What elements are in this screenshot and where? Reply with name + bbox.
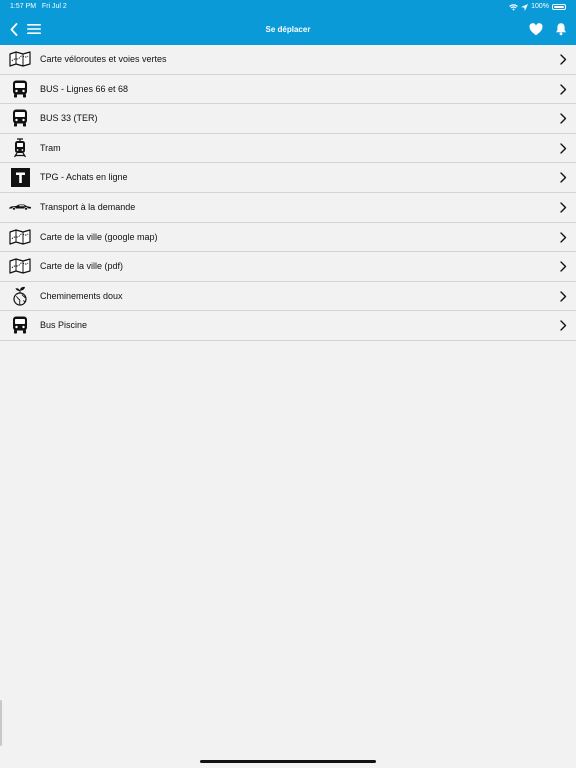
page-title: Se déplacer	[265, 25, 311, 34]
status-time-text: 1:57 PM	[10, 3, 37, 10]
top-bar: 1:57 PM Fri Jul 2 100% Se déplacer	[0, 0, 576, 45]
menu-list: Carte véloroutes et voies vertes BUS - L…	[0, 45, 576, 341]
hamburger-menu-icon	[27, 24, 41, 34]
chevron-right-icon	[560, 261, 567, 272]
chevron-right-icon	[560, 83, 567, 95]
bell-icon	[555, 23, 567, 36]
status-date-text: Fri Jul 2	[41, 3, 67, 10]
chevron-right-icon	[560, 172, 567, 184]
list-item-label: Carte de la ville (google map)	[40, 231, 158, 242]
list-item-label: Transport à la demande	[40, 201, 136, 212]
list-item-label: Carte de la ville (pdf)	[40, 261, 124, 272]
list-item-carte-ville-google[interactable]: Carte de la ville (google map)	[0, 222, 576, 253]
list-item-label: Bus Piscine	[40, 320, 88, 331]
list-item-label: BUS 33 (TER)	[40, 113, 98, 124]
status-indicators: 100%	[509, 0, 566, 14]
list-item-carte-ville-pdf[interactable]: Carte de la ville (pdf)	[0, 252, 576, 282]
bus-icon	[8, 315, 32, 335]
list-item-label: BUS - Lignes 66 et 68	[40, 83, 129, 94]
location-arrow-icon	[521, 3, 529, 11]
favorite-button[interactable]	[525, 18, 547, 40]
chevron-right-icon	[560, 231, 567, 243]
chevron-right-icon	[560, 320, 567, 332]
side-edge-handle	[0, 700, 2, 746]
bus-icon	[8, 79, 32, 99]
list-item-tpg[interactable]: TPG - Achats en ligne	[0, 163, 576, 193]
list-item-cheminements-doux[interactable]: Cheminements doux	[0, 281, 576, 312]
battery-icon	[552, 4, 566, 10]
chevron-right-icon	[560, 113, 567, 124]
list-item-label: Cheminements doux	[40, 290, 123, 301]
list-item-label: TPG - Achats en ligne	[40, 172, 128, 183]
chevron-right-icon	[560, 291, 567, 302]
chevron-left-icon	[10, 22, 18, 36]
list-item-bus-33[interactable]: BUS 33 (TER)	[0, 104, 576, 134]
chevron-right-icon	[560, 143, 567, 154]
bus-icon	[8, 108, 32, 128]
notifications-button[interactable]	[550, 18, 572, 40]
tpg-t-icon	[8, 167, 32, 187]
list-item-transport-demande[interactable]: Transport à la demande	[0, 192, 576, 223]
map-icon	[8, 256, 32, 276]
tram-icon	[8, 138, 32, 158]
eco-globe-icon	[8, 286, 32, 306]
chevron-right-icon	[560, 54, 567, 65]
status-time: 1:57 PM Fri Jul 2	[10, 0, 67, 14]
map-icon	[8, 227, 32, 247]
heart-icon	[529, 22, 543, 35]
list-item-bus-66-68[interactable]: BUS - Lignes 66 et 68	[0, 74, 576, 105]
list-item-label: Carte véloroutes et voies vertes	[40, 54, 167, 64]
chevron-right-icon	[560, 202, 567, 213]
map-icon	[8, 49, 32, 69]
list-item-label: Tram	[40, 142, 61, 153]
list-item-tram[interactable]: Tram	[0, 133, 576, 164]
list-item-bus-piscine[interactable]: Bus Piscine	[0, 311, 576, 341]
home-indicator[interactable]	[200, 760, 376, 763]
wifi-icon	[509, 3, 518, 11]
nav-bar: Se déplacer	[0, 14, 576, 45]
menu-button[interactable]	[23, 18, 45, 40]
status-bar: 1:57 PM Fri Jul 2 100%	[0, 0, 576, 14]
battery-percent: 100%	[531, 3, 549, 10]
car-icon	[8, 197, 32, 217]
list-item-carte-veloroutes[interactable]: Carte véloroutes et voies vertes	[0, 45, 576, 75]
back-button[interactable]	[3, 18, 25, 40]
